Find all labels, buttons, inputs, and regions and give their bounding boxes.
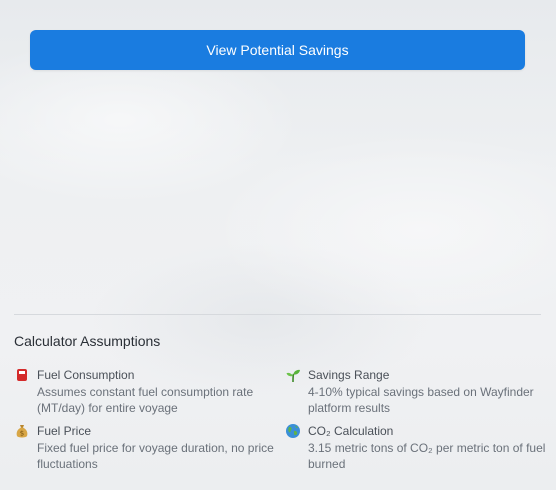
divider [14,314,541,315]
money-bag-icon: $ [14,423,30,439]
globe-icon [285,423,301,439]
fuel-pump-icon [14,367,30,383]
assumption-title: Fuel Price [37,424,92,438]
view-potential-savings-button[interactable]: View Potential Savings [30,30,525,70]
seedling-icon [285,367,301,383]
assumption-title: Savings Range [308,368,390,382]
calculator-panel: View Potential Savings Calculator Assump… [0,0,556,490]
assumption-description: Fixed fuel price for voyage duration, no… [37,441,274,471]
assumption-description: Assumes constant fuel consumption rate (… [37,385,254,415]
assumption-description: 4-10% typical savings based on Wayfinder… [308,385,534,415]
assumption-title: Fuel Consumption [37,368,135,382]
assumption-description: 3.15 metric tons of CO₂ per metric ton o… [308,441,546,471]
assumption-title: CO₂ Calculation [308,424,394,438]
svg-text:$: $ [20,430,24,438]
assumptions-title: Calculator Assumptions [14,333,161,349]
